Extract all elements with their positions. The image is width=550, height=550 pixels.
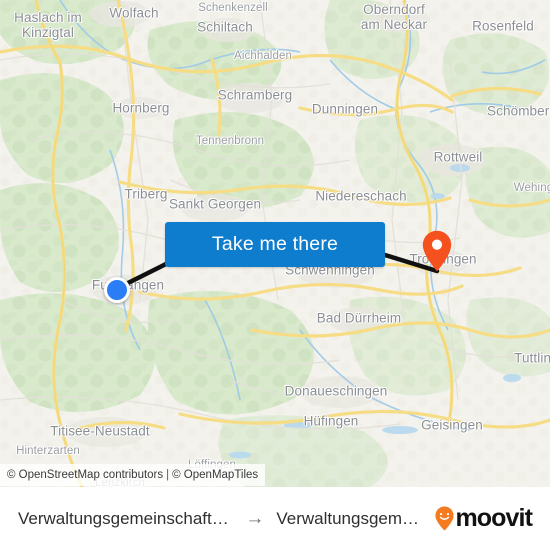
map-container[interactable]: Haslach im Kinzigtal Wolfach Schenkenzell Sc… bbox=[0, 0, 550, 487]
moovit-wordmark: moovit bbox=[455, 504, 532, 532]
route-arrow-icon: → bbox=[245, 508, 265, 529]
openmaptiles-attribution-link[interactable]: © OpenMapTiles bbox=[172, 469, 258, 481]
route-footer: Verwaltungsgemeinschaft F... → Verwaltun… bbox=[0, 487, 550, 550]
take-me-there-label: Take me there bbox=[211, 233, 339, 255]
moovit-pin-icon bbox=[435, 506, 455, 531]
destination-marker[interactable] bbox=[422, 230, 452, 272]
moovit-logo[interactable]: moovit bbox=[435, 504, 533, 532]
route-destination-label[interactable]: Verwaltungsgemei... bbox=[276, 509, 425, 529]
origin-marker[interactable] bbox=[104, 277, 130, 303]
moovit-route-screen: Haslach im Kinzigtal Wolfach Schenkenzell Sc… bbox=[0, 0, 550, 550]
attribution-separator: | bbox=[166, 469, 170, 481]
take-me-there-button[interactable]: Take me there bbox=[165, 222, 385, 267]
osm-attribution-link[interactable]: © OpenStreetMap contributors bbox=[7, 469, 163, 481]
route-origin-label[interactable]: Verwaltungsgemeinschaft F... bbox=[18, 509, 233, 529]
map-attribution: © OpenStreetMap contributors | © OpenMap… bbox=[0, 464, 266, 486]
